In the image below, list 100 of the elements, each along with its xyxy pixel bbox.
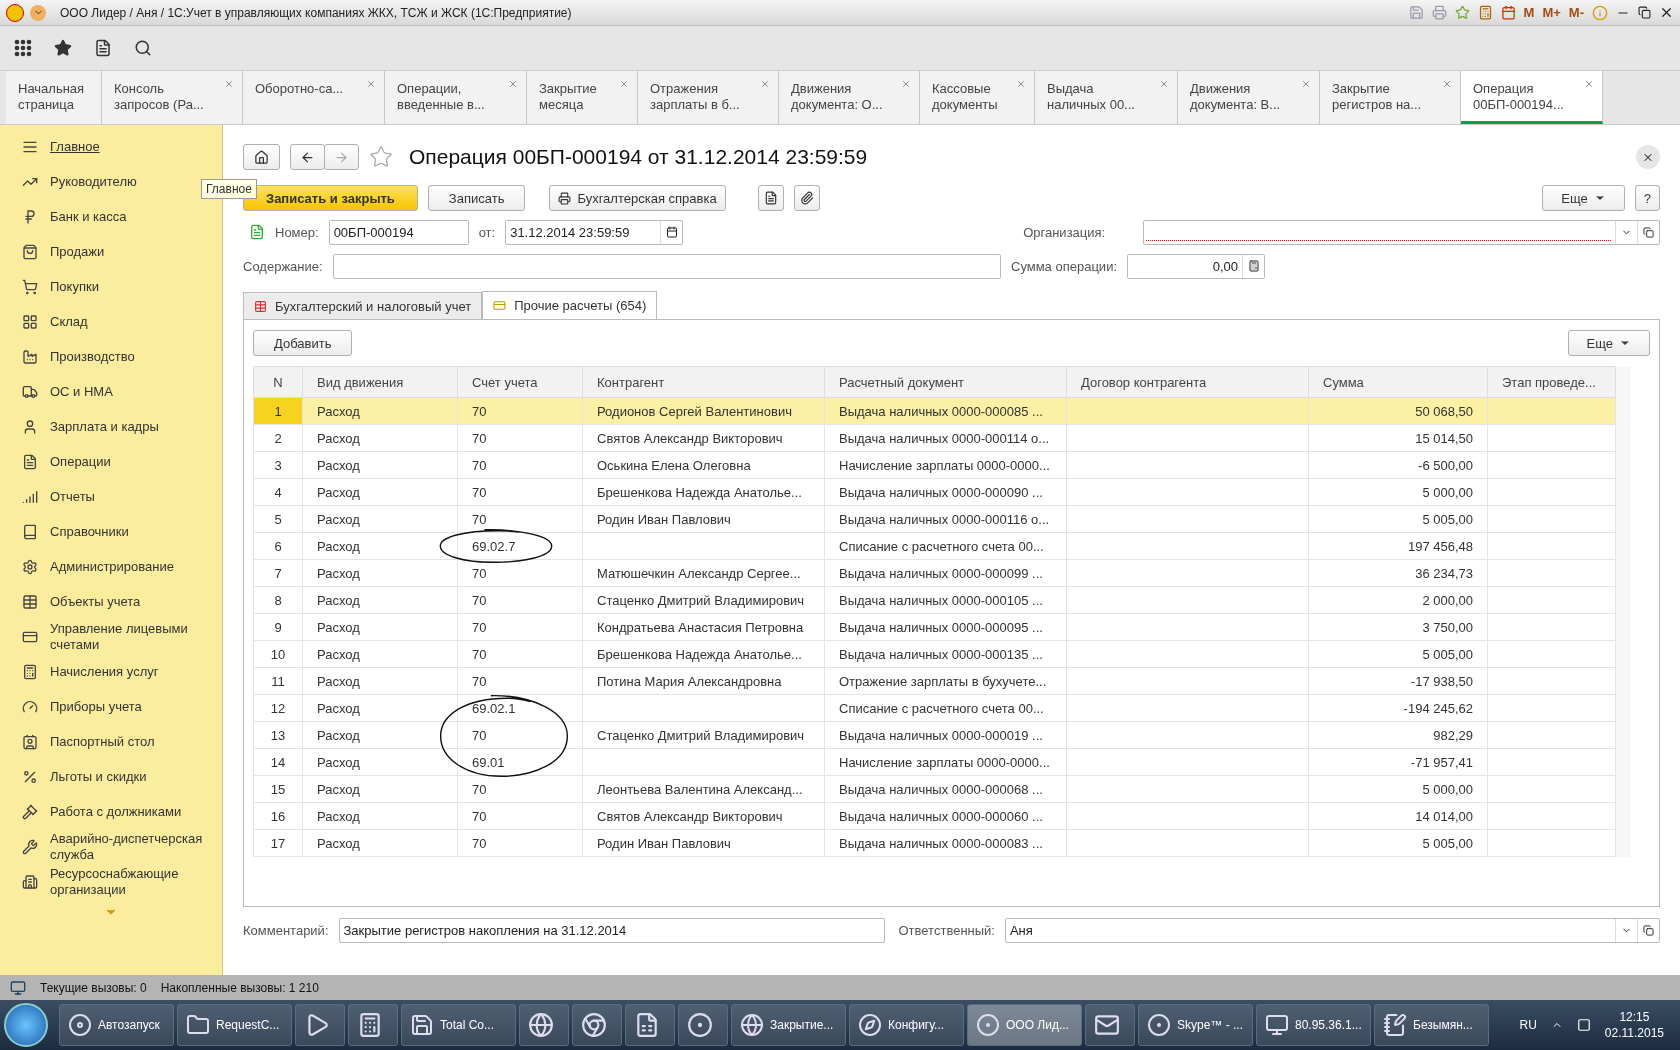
table-cell: 13 <box>270 727 286 743</box>
table-cell: Выдача наличных 0000-000099 ... <box>839 565 1043 581</box>
field-label: Ответственный: <box>898 922 995 938</box>
field-label: Содержание: <box>243 258 323 274</box>
table-cell: 70 <box>472 565 487 581</box>
table-cell: Расход <box>317 808 360 824</box>
table-cell: Расход <box>317 700 360 716</box>
table-cell: Расход <box>317 619 360 635</box>
table-cell: 69.02.7 <box>472 538 516 554</box>
table-cell: 5 <box>274 511 282 527</box>
table-cell: -17 938,50 <box>1410 673 1473 689</box>
table-cell: 3 <box>274 457 282 473</box>
table-cell: Выдача наличных 0000-000083 ... <box>839 835 1043 851</box>
table-cell: 69.01 <box>472 754 505 770</box>
field-label: Сумма операции: <box>1011 258 1117 274</box>
table-cell: Стаценко Дмитрий Владимирович <box>597 727 805 743</box>
table-cell: 5 005,00 <box>1422 646 1473 662</box>
status-text: Текущие вызовы: 0 <box>40 980 147 995</box>
table-cell: 1 <box>274 403 282 419</box>
table-cell: 982,29 <box>1433 727 1473 743</box>
table-cell: 70 <box>472 808 487 824</box>
table-cell: 70 <box>472 646 487 662</box>
table-cell: Выдача наличных 0000-000135 ... <box>839 646 1043 662</box>
table-cell: 15 <box>270 781 286 797</box>
table-cell: Расход <box>317 565 360 581</box>
table-cell: 70 <box>472 592 487 608</box>
table-cell: 5 005,00 <box>1422 511 1473 527</box>
table-cell: Расход <box>317 538 360 554</box>
field-label: Организация: <box>1023 224 1107 240</box>
table-cell: 11 <box>271 673 285 689</box>
table-cell: Выдача наличных 0000-000060 ... <box>839 808 1043 824</box>
table-cell: Расход <box>317 673 360 689</box>
table-cell: 70 <box>472 403 487 419</box>
table-cell: Расход <box>317 592 360 608</box>
table-cell: 5 000,00 <box>1422 781 1473 797</box>
table-cell: Расход <box>317 727 360 743</box>
field-label: Номер: <box>275 224 319 240</box>
table-cell: 4 <box>274 484 282 500</box>
table-cell: Выдача наличных 0000-000114 о... <box>839 430 1050 446</box>
table-cell: Леонтьева Валентина Александ... <box>597 781 803 797</box>
table-cell: 70 <box>472 430 487 446</box>
table-cell: 70 <box>472 781 487 797</box>
table-cell: 9 <box>274 619 282 635</box>
table-cell: Расход <box>317 484 360 500</box>
table-cell: 5 005,00 <box>1422 835 1473 851</box>
table-cell: Списание с расчетного счета 00... <box>839 538 1044 554</box>
table-cell: Оськина Елена Олеговна <box>597 457 751 473</box>
table-cell: 70 <box>472 835 487 851</box>
table-cell: Отражение зарплаты в бухучете... <box>839 673 1047 689</box>
table-cell: 16 <box>270 808 286 824</box>
table-cell: Потина Мария Александровна <box>597 673 782 689</box>
table-cell: 6 <box>274 538 282 554</box>
table-cell: Списание с расчетного счета 00... <box>839 700 1044 716</box>
table-cell: 7 <box>274 565 282 581</box>
table-cell: -194 245,62 <box>1403 700 1473 716</box>
table-cell: Начисление зарплаты 0000-0000... <box>839 457 1050 473</box>
window-title: ООО Лидер / Аня / 1С:Учет в управляющих компаниях ЖКХ, ТСЖ и ЖСК (1С:Предприятие) <box>60 5 573 20</box>
table-cell: 10 <box>270 646 286 662</box>
tooltip: Главное <box>201 179 257 199</box>
table-cell: Выдача наличных 0000-000068 ... <box>839 781 1043 797</box>
table-cell: Расход <box>317 646 360 662</box>
status-text: Накопленные вызовы: 1 210 <box>160 980 319 995</box>
table-cell: 5 000,00 <box>1422 484 1473 500</box>
table-cell: Выдача наличных 0000-000105 ... <box>839 592 1043 608</box>
table-cell: 50 068,50 <box>1415 403 1473 419</box>
table-cell: 14 <box>270 754 286 770</box>
table-cell: Выдача наличных 0000-000116 о... <box>839 511 1050 527</box>
field-label: от: <box>478 224 496 240</box>
table-cell: Расход <box>317 403 360 419</box>
table-cell: Матюшечкин Александр Сергее... <box>597 565 801 581</box>
table-cell: Расход <box>317 835 360 851</box>
table-cell: -71 957,41 <box>1410 754 1473 770</box>
table-cell: Выдача наличных 0000-000019 ... <box>839 727 1043 743</box>
table-cell: 197 456,48 <box>1407 538 1473 554</box>
table-cell: -6 500,00 <box>1418 457 1473 473</box>
table-cell: Стаценко Дмитрий Владимирович <box>597 592 805 608</box>
table-cell: 70 <box>472 619 487 635</box>
table-cell: Брешенкова Надежда Анатолье... <box>597 646 802 662</box>
table-cell: Брешенкова Надежда Анатолье... <box>597 484 802 500</box>
table-cell: Родин Иван Павлович <box>597 835 731 851</box>
table-cell: Расход <box>317 754 360 770</box>
table-cell: Родионов Сергей Валентинович <box>597 403 792 419</box>
table-cell: Выдача наличных 0000-000090 ... <box>839 484 1043 500</box>
table-cell: Расход <box>317 457 360 473</box>
table-cell: Святов Александр Викторович <box>597 430 783 446</box>
table-cell: Расход <box>317 781 360 797</box>
table-cell: 15 014,50 <box>1415 430 1473 446</box>
table-cell: 70 <box>472 727 487 743</box>
table-cell: Начисление зарплаты 0000-0000... <box>839 754 1050 770</box>
table-cell: 2 000,00 <box>1422 592 1473 608</box>
table-cell: 70 <box>472 673 487 689</box>
table-cell: 17 <box>270 835 286 851</box>
field-label: Комментарий: <box>243 922 329 938</box>
table-cell: Святов Александр Викторович <box>597 808 783 824</box>
table-cell: 8 <box>274 592 282 608</box>
table-cell: 2 <box>274 430 282 446</box>
table-cell: 3 750,00 <box>1422 619 1473 635</box>
table-cell: Выдача наличных 0000-000085 ... <box>839 403 1043 419</box>
table-cell: Расход <box>317 511 360 527</box>
table-cell: 36 234,73 <box>1415 565 1473 581</box>
